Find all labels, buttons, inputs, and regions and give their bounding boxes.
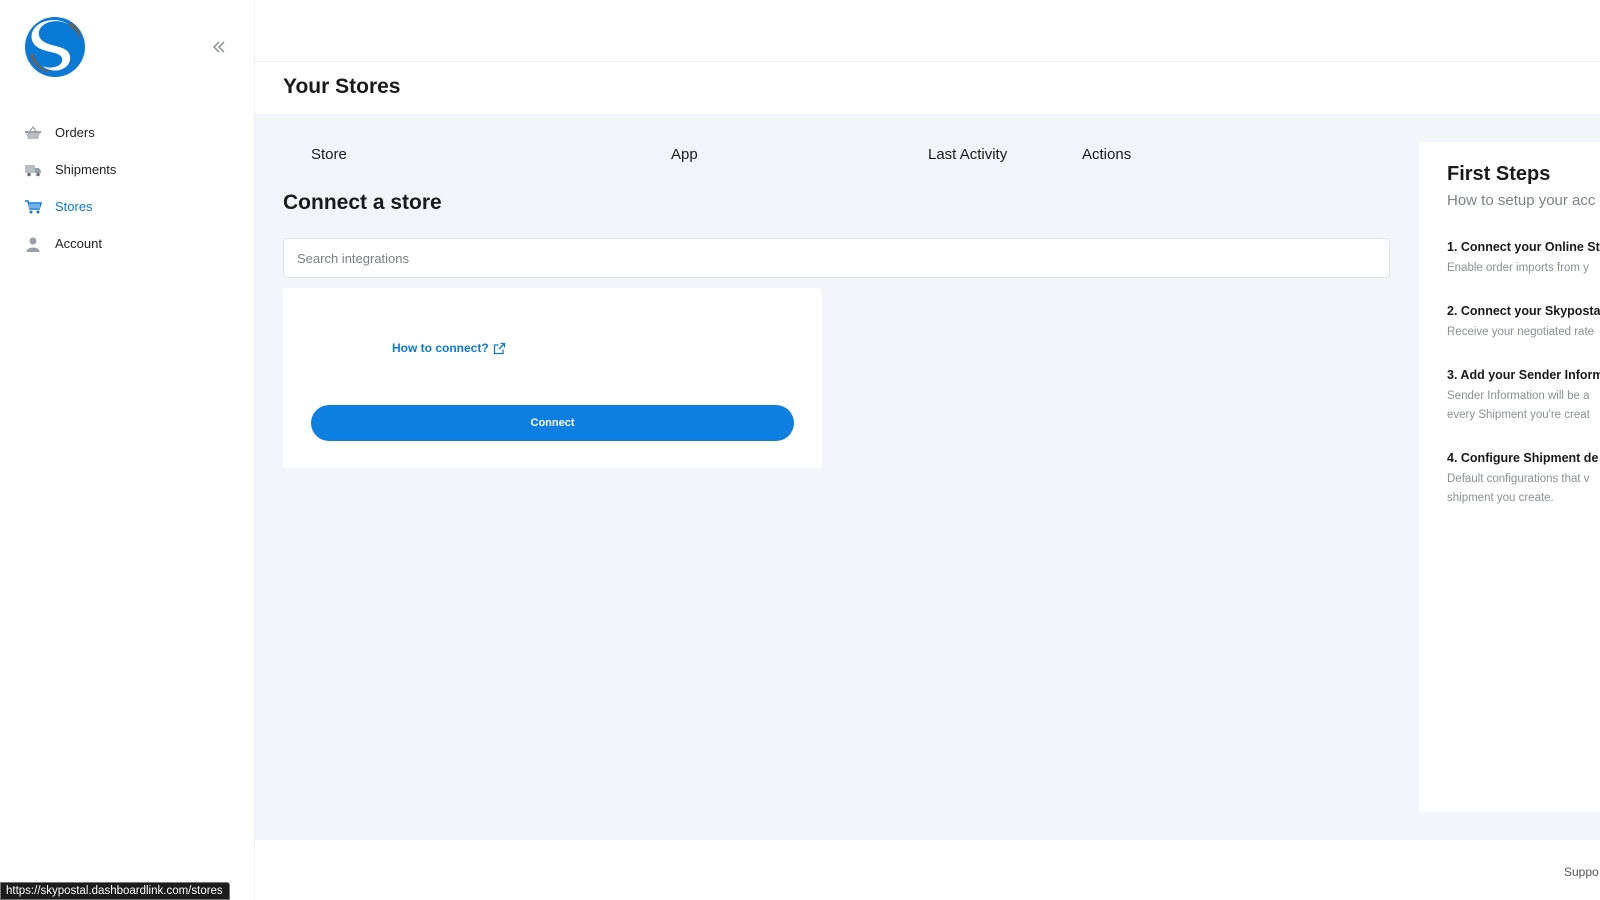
cart-icon [24, 199, 42, 215]
connect-store-title: Connect a store [283, 191, 442, 214]
step-description: Default configurations that v [1447, 473, 1590, 485]
step-title: 3. Add your Sender Inform [1447, 368, 1600, 382]
truck-icon [24, 162, 42, 178]
sidebar-item-stores[interactable]: Stores [0, 188, 255, 225]
basket-icon [24, 125, 42, 141]
footer: Suppo [255, 840, 1600, 900]
sidebar-nav: Orders Shipments Stores Account [0, 114, 255, 262]
first-step-item[interactable]: 1. Connect your Online St Enable order i… [1447, 240, 1600, 278]
step-title: 2. Connect your Skyposta [1447, 304, 1600, 318]
connect-button[interactable]: Connect [311, 405, 794, 441]
page-header: Your Stores [255, 62, 1600, 114]
first-step-item[interactable]: 2. Connect your Skyposta Receive your ne… [1447, 304, 1600, 342]
user-icon [24, 236, 42, 252]
column-header-app[interactable]: App [671, 146, 698, 163]
top-bar [255, 0, 1600, 62]
collapse-sidebar-icon[interactable] [210, 38, 228, 56]
step-description: Receive your negotiated rate [1447, 326, 1595, 338]
sidebar-item-orders[interactable]: Orders [0, 114, 255, 151]
support-link[interactable]: Suppo [1564, 865, 1600, 879]
first-steps-title: First Steps [1447, 163, 1551, 185]
step-description: every Shipment you're creat [1447, 409, 1590, 421]
sidebar-item-label: Orders [55, 125, 95, 140]
sidebar: Orders Shipments Stores Account [0, 0, 255, 900]
search-integrations-input[interactable] [283, 238, 1390, 278]
how-to-connect-label: How to connect? [392, 341, 489, 355]
step-description: shipment you create. [1447, 492, 1554, 504]
first-steps-panel: First Steps How to setup your acc 1. Con… [1419, 142, 1600, 812]
sidebar-item-label: Account [55, 236, 102, 251]
first-step-item[interactable]: 3. Add your Sender Inform Sender Informa… [1447, 368, 1600, 425]
page-title: Your Stores [283, 75, 401, 98]
first-steps-subtitle: How to setup your acc [1447, 192, 1596, 209]
sidebar-item-account[interactable]: Account [0, 225, 255, 262]
how-to-connect-link[interactable]: How to connect? [392, 341, 506, 355]
skypostal-logo[interactable] [22, 14, 88, 80]
main-content: Store App Last Activity Actions Connect … [255, 114, 1600, 840]
step-title: 4. Configure Shipment de [1447, 451, 1599, 465]
sidebar-item-label: Stores [55, 199, 93, 214]
external-link-icon [493, 342, 505, 354]
status-bar-url: https://skypostal.dashboardlink.com/stor… [0, 882, 230, 900]
column-header-last-activity[interactable]: Last Activity [928, 146, 1007, 163]
first-step-item[interactable]: 4. Configure Shipment de Default configu… [1447, 451, 1600, 508]
column-header-store[interactable]: Store [311, 146, 347, 163]
step-description: Enable order imports from y [1447, 262, 1589, 274]
integration-card: How to connect? Connect [283, 288, 822, 468]
sidebar-item-shipments[interactable]: Shipments [0, 151, 255, 188]
step-title: 1. Connect your Online St [1447, 240, 1600, 254]
sidebar-item-label: Shipments [55, 162, 117, 177]
step-description: Sender Information will be a [1447, 390, 1590, 402]
column-header-actions[interactable]: Actions [1082, 146, 1131, 163]
